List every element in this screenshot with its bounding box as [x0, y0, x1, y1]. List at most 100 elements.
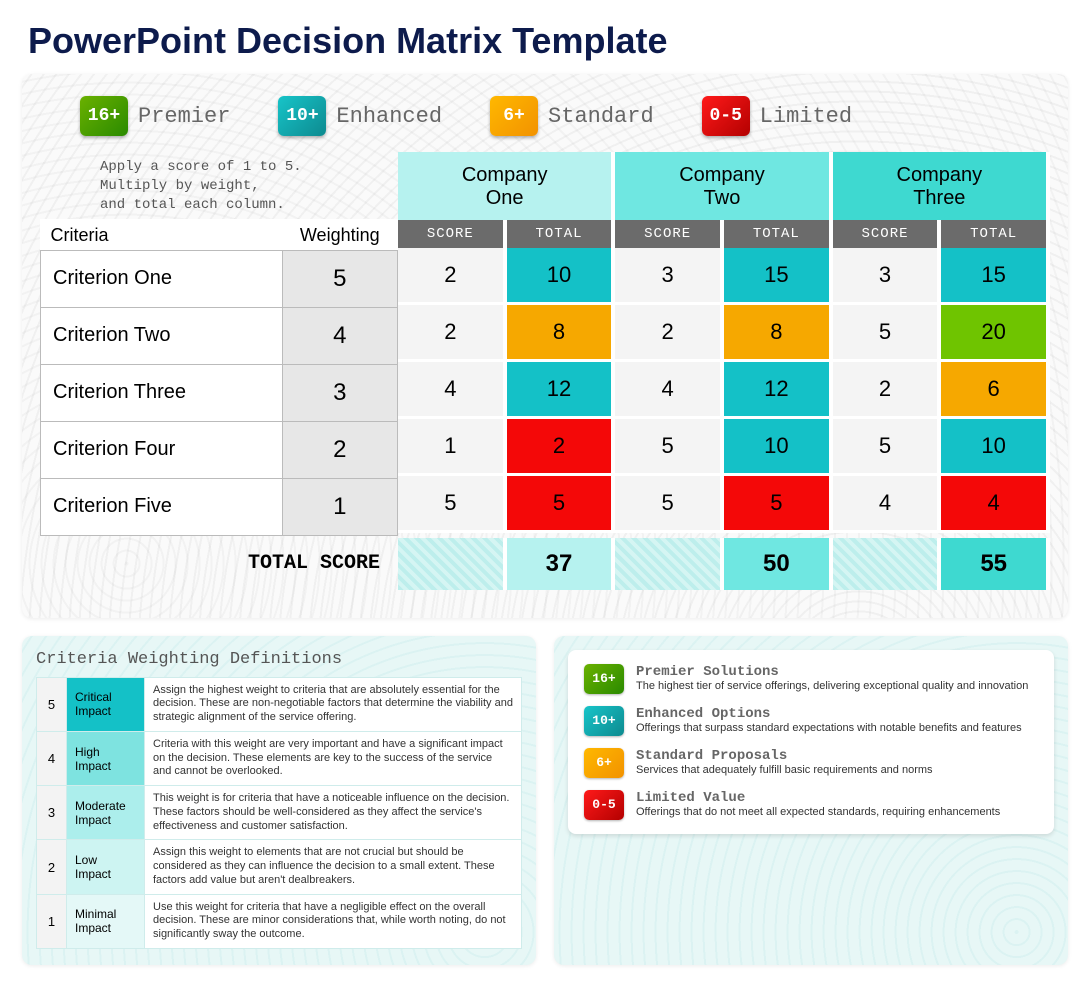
total-cell: 15: [941, 248, 1050, 305]
criteria-weight: 2: [282, 421, 398, 478]
total-subheader: TOTAL: [507, 220, 616, 248]
score-cell: 2: [615, 305, 724, 362]
score-cell: 2: [833, 362, 942, 419]
legend-item: 16+ Premier: [80, 96, 230, 136]
legend-badge: 10+: [278, 96, 326, 136]
total-subheader: TOTAL: [724, 220, 833, 248]
tier-name: Enhanced Options: [636, 706, 1022, 722]
legend-label: Standard: [548, 104, 654, 129]
total-empty: [398, 538, 507, 590]
total-cell: 10: [941, 419, 1050, 476]
tier-row: 0-5Limited ValueOfferings that do not me…: [584, 790, 1038, 820]
total-score-row: TOTAL SCORE 37 50 55: [40, 538, 1050, 590]
definition-row: 4High ImpactCriteria with this weight ar…: [37, 731, 522, 785]
tier-desc: Services that adequately fulfill basic r…: [636, 764, 933, 776]
score-cell: 5: [615, 419, 724, 476]
total-empty: [833, 538, 942, 590]
score-cell: 1: [398, 419, 507, 476]
criteria-weight: 3: [282, 364, 398, 421]
page-title: PowerPoint Decision Matrix Template: [0, 0, 1090, 74]
total-empty: [615, 538, 724, 590]
definition-weight: 4: [37, 731, 67, 785]
definition-weight: 2: [37, 840, 67, 894]
tiers-panel: 16+ Premier SolutionsThe highest tier of …: [554, 636, 1068, 965]
definition-desc: Criteria with this weight are very impor…: [145, 731, 522, 785]
tier-badge: 10+: [584, 706, 624, 736]
legend-label: Limited: [760, 104, 852, 129]
score-subheader: SCORE: [833, 220, 942, 248]
score-cell: 4: [398, 362, 507, 419]
grand-total-value: 55: [941, 538, 1050, 590]
criteria-weight: 4: [282, 307, 398, 364]
definitions-table: 5Critical ImpactAssign the highest weigh…: [36, 677, 522, 949]
data-row: 41241226: [398, 362, 1050, 419]
total-cell: 12: [507, 362, 616, 419]
legend-label: Premier: [138, 104, 230, 129]
definition-impact: Minimal Impact: [67, 894, 145, 948]
tier-badge: 16+: [584, 664, 624, 694]
criteria-name: Criterion Five: [41, 478, 283, 535]
matrix-card: 16+ Premier 10+ Enhanced 6+ Standard 0-5Limite…: [22, 74, 1068, 618]
tier-row: 6+Standard ProposalsServices that adequa…: [584, 748, 1038, 778]
total-cell: 10: [507, 248, 616, 305]
tier-row: 10+ Enhanced OptionsOfferings that surpas…: [584, 706, 1038, 736]
tier-name: Premier Solutions: [636, 664, 1028, 680]
tier-desc: Offerings that surpass standard expectat…: [636, 722, 1022, 734]
legend-label: Enhanced: [336, 104, 442, 129]
definition-desc: Assign this weight to elements that are …: [145, 840, 522, 894]
definitions-panel: Criteria Weighting Definitions 5Critical…: [22, 636, 536, 965]
total-cell: 2: [507, 419, 616, 476]
score-cell: 5: [833, 305, 942, 362]
data-row: 555544: [398, 476, 1050, 533]
total-subheader: TOTAL: [941, 220, 1050, 248]
total-cell: 4: [941, 476, 1050, 533]
criteria-weight: 5: [282, 250, 398, 307]
score-cell: 3: [615, 248, 724, 305]
score-cell: 5: [398, 476, 507, 533]
legend-row: 16+ Premier 10+ Enhanced 6+ Standard 0-5Limite…: [40, 92, 1050, 152]
criteria-name: Criterion Four: [41, 421, 283, 478]
tier-badge: 6+: [584, 748, 624, 778]
data-row: 12510510: [398, 419, 1050, 476]
tier-name: Limited Value: [636, 790, 1000, 806]
total-cell: 10: [724, 419, 833, 476]
definition-weight: 5: [37, 677, 67, 731]
total-cell: 6: [941, 362, 1050, 419]
definition-row: 3Moderate ImpactThis weight is for crite…: [37, 786, 522, 840]
criteria-row: Criterion Four2: [41, 421, 398, 478]
definition-desc: Assign the highest weight to criteria th…: [145, 677, 522, 731]
definition-row: 1Minimal ImpactUse this weight for crite…: [37, 894, 522, 948]
total-score-label: TOTAL SCORE: [40, 538, 398, 590]
legend-badge: 16+: [80, 96, 128, 136]
score-cell: 5: [833, 419, 942, 476]
tier-desc: The highest tier of service offerings, d…: [636, 680, 1028, 692]
legend-badge: 6+: [490, 96, 538, 136]
legend-item: 0-5Limited: [702, 96, 852, 136]
company-header: Company One: [398, 152, 615, 220]
criteria-name: Criterion Two: [41, 307, 283, 364]
legend-item: 10+ Enhanced: [278, 96, 442, 136]
total-cell: 8: [507, 305, 616, 362]
total-cell: 20: [941, 305, 1050, 362]
company-header: Company Three: [833, 152, 1050, 220]
definition-impact: Low Impact: [67, 840, 145, 894]
total-cell: 5: [724, 476, 833, 533]
total-cell: 12: [724, 362, 833, 419]
grand-total-value: 50: [724, 538, 833, 590]
tier-row: 16+ Premier SolutionsThe highest tier of …: [584, 664, 1038, 694]
company-header: Company Two: [615, 152, 832, 220]
total-cell: 15: [724, 248, 833, 305]
definition-weight: 1: [37, 894, 67, 948]
definitions-title: Criteria Weighting Definitions: [36, 650, 522, 669]
tier-card: 16+ Premier SolutionsThe highest tier of …: [568, 650, 1054, 834]
criteria-name: Criterion Three: [41, 364, 283, 421]
definition-impact: Critical Impact: [67, 677, 145, 731]
grand-total-value: 37: [507, 538, 616, 590]
instructions-text: Apply a score of 1 to 5. Multiply by wei…: [40, 152, 398, 219]
criteria-row: Criterion Three3: [41, 364, 398, 421]
score-cell: 5: [615, 476, 724, 533]
criteria-header: Criteria: [41, 219, 283, 251]
definition-row: 5Critical ImpactAssign the highest weigh…: [37, 677, 522, 731]
definition-weight: 3: [37, 786, 67, 840]
criteria-table: Criteria Weighting Criterion One5Criteri…: [40, 219, 398, 536]
